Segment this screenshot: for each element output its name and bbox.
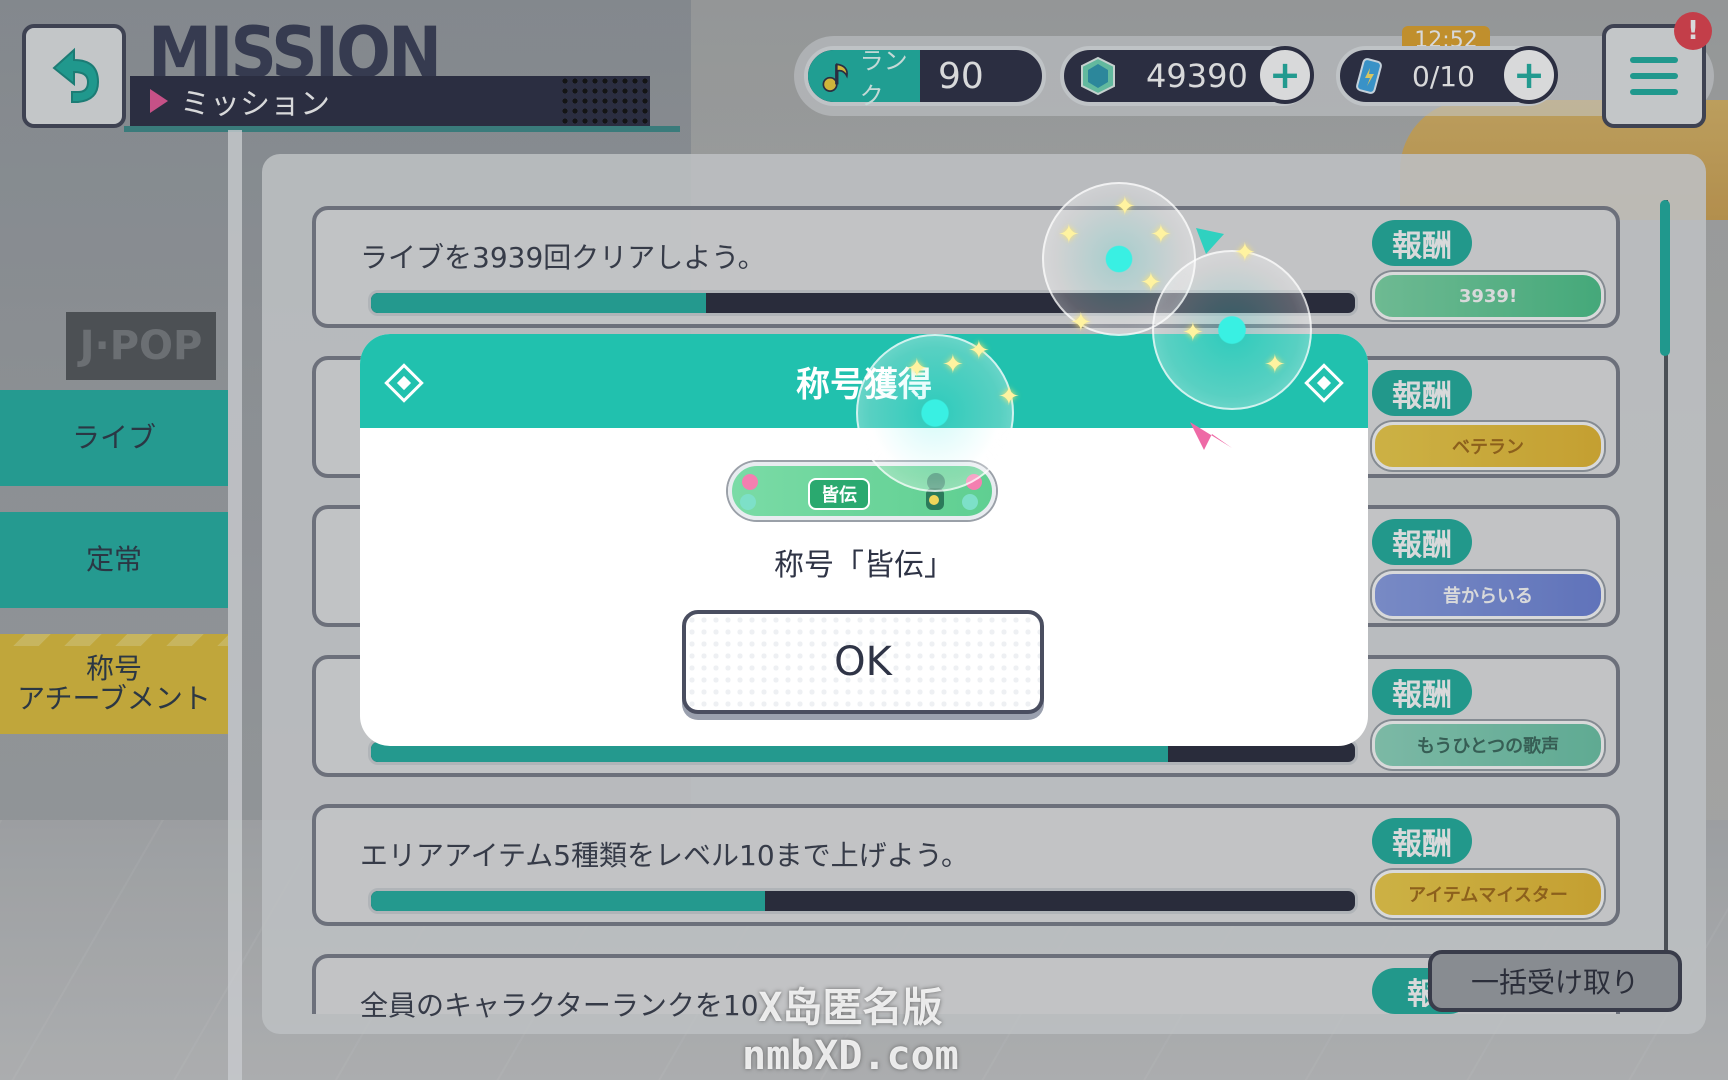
pink-arrow-icon [1190, 422, 1232, 450]
diamond-icon [1304, 363, 1344, 403]
teal-triangle-icon [1196, 228, 1224, 254]
sparkle-icon: ✦ [1234, 238, 1256, 268]
sparkle-icon: ✦ [942, 350, 964, 380]
sparkle-icon: ✦ [906, 354, 928, 384]
watermark: X岛匿名版 nmbXD.com [742, 984, 959, 1080]
watermark-line2: nmbXD.com [742, 1033, 959, 1079]
sparkle-icon: ✦ [1140, 268, 1162, 298]
diamond-icon [384, 363, 424, 403]
sparkle-icon: ✦ [1114, 192, 1136, 222]
ok-button[interactable]: OK [682, 610, 1044, 714]
flower-icon [962, 494, 978, 510]
watermark-line1: X岛匿名版 [758, 985, 943, 1031]
sparkle-icon: ✦ [1150, 220, 1172, 250]
dialog-message: 称号「皆伝」 [774, 548, 954, 583]
sparkle-icon: ✦ [1058, 220, 1080, 250]
sparkle-icon: ✦ [1182, 318, 1204, 348]
sparkle-icon: ✦ [1070, 308, 1092, 338]
sparkle-icon: ✦ [998, 382, 1020, 412]
flower-icon [742, 474, 758, 490]
sparkle-bubble [1152, 250, 1312, 410]
flower-icon [740, 494, 756, 510]
sparkle-bubble [856, 334, 1014, 492]
sparkle-icon: ✦ [1264, 350, 1286, 380]
title-plate-badge: 皆伝 [808, 478, 870, 510]
sparkle-icon: ✦ [968, 336, 990, 366]
